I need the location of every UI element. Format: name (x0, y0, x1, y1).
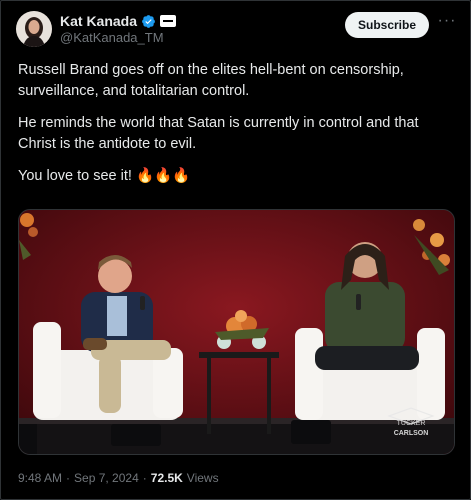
tweet-paragraph: He reminds the world that Satan is curre… (18, 115, 419, 152)
views-count: 72.5K (150, 471, 183, 485)
subscribe-button[interactable]: Subscribe (345, 12, 429, 38)
meta-separator: · (66, 471, 71, 485)
views-label: Views (186, 471, 219, 485)
tweet-paragraph: Russell Brand goes off on the elites hel… (18, 62, 404, 99)
avatar-image (16, 11, 52, 47)
tweet-video[interactable]: TUCKER CARLSON (18, 209, 455, 455)
author-handle[interactable]: @KatKanada_TM (60, 30, 164, 45)
video-frame: TUCKER CARLSON (19, 210, 454, 454)
author-name[interactable]: Kat Kanada (60, 13, 137, 29)
tweet-date[interactable]: Sep 7, 2024 (74, 471, 139, 485)
watermark-line-1: TUCKER (397, 420, 426, 427)
tweet-meta: 9:48 AM · Sep 7, 2024 · 72.5K Views (18, 471, 219, 485)
tweet-paragraph: You love to see it! 🔥🔥🔥 (18, 168, 191, 184)
tweet-text: Russell Brand goes off on the elites hel… (18, 60, 448, 199)
more-options-icon[interactable]: ··· (437, 13, 457, 34)
meta-separator: · (142, 471, 147, 485)
watermark-line-2: CARLSON (394, 430, 429, 437)
author-name-row[interactable]: Kat Kanada (60, 12, 177, 30)
affiliate-badge-icon (160, 15, 177, 27)
tweet-time[interactable]: 9:48 AM (18, 471, 62, 485)
author-avatar[interactable] (16, 11, 52, 47)
verified-badge-icon (142, 14, 155, 28)
